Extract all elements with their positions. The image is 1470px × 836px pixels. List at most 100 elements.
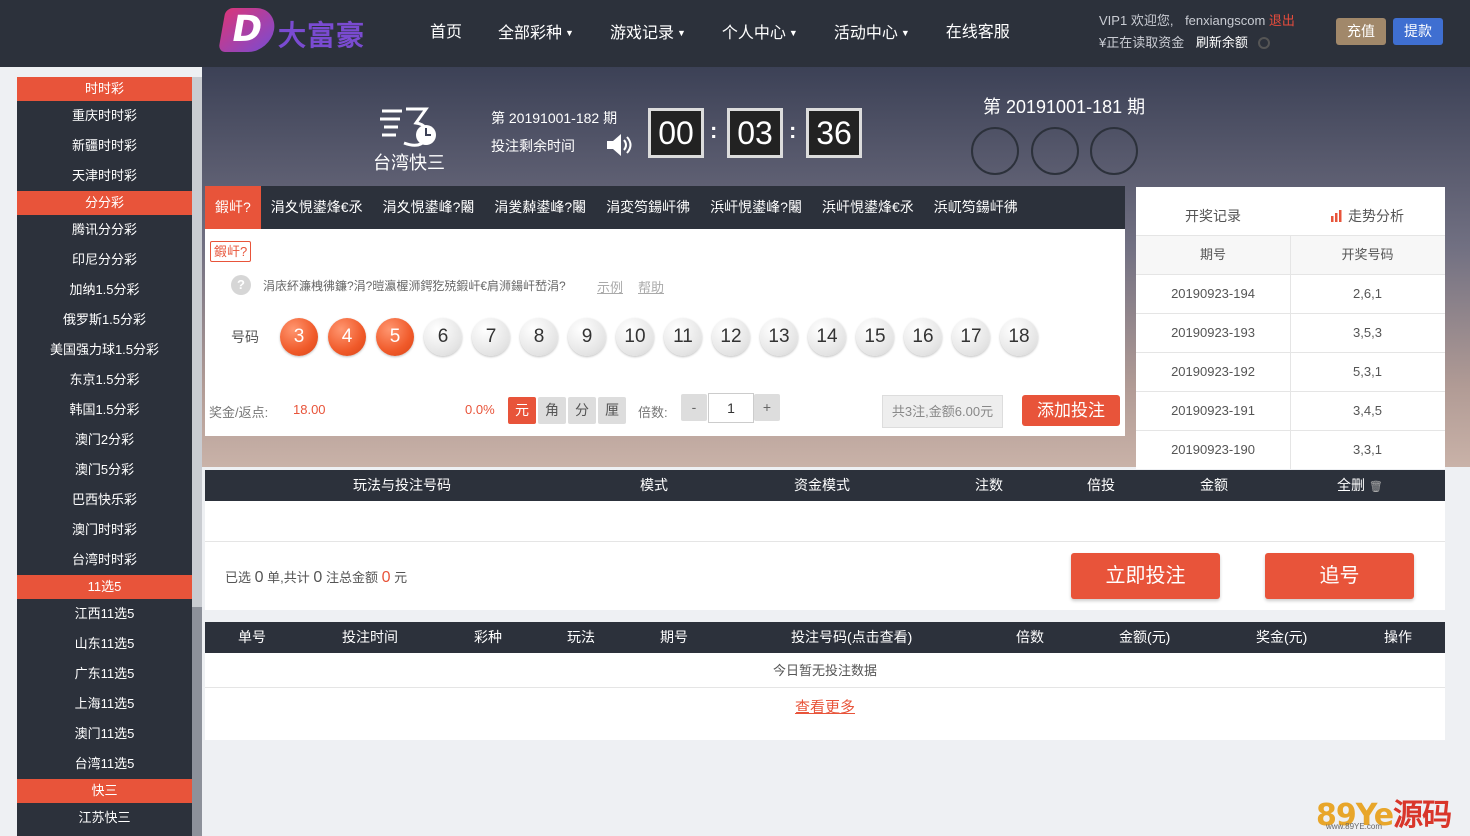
draw-header-row: 期号 开奖号码	[1136, 235, 1445, 274]
draw-row: 20190923-194 2,6,1	[1136, 274, 1445, 313]
top-header: D 大富豪 首页 全部彩种 ▼ 游戏记录 ▼ 个人中心 ▼ 活动中心 ▼ 在线客服 VI…	[0, 0, 1470, 67]
trash-icon: 🗑	[1368, 481, 1383, 493]
sidebar-item[interactable]: 江西11选5	[17, 599, 192, 629]
sidebar-item[interactable]: 上海11选5	[17, 689, 192, 719]
play-tab[interactable]: 浜屽悓鍙烽€氶	[812, 186, 924, 229]
nav-home[interactable]: 首页	[412, 0, 480, 67]
nav-all-lotteries[interactable]: 全部彩种 ▼	[480, 0, 592, 67]
bonus-value: 18.00	[293, 402, 326, 417]
sidebar-item[interactable]: 澳门2分彩	[17, 425, 192, 455]
sidebar-section-k3: 快三	[17, 779, 192, 803]
play-tab[interactable]: 涓変笉鍚屽彿	[596, 186, 700, 229]
play-tab[interactable]: 浜屼笉鍚屽彿	[924, 186, 1028, 229]
play-tab[interactable]: 鍜屽?	[205, 186, 261, 229]
number-ball[interactable]: 8	[520, 318, 558, 356]
multiple-label: 倍数:	[638, 405, 668, 420]
bet-now-button[interactable]: 立即投注	[1071, 553, 1220, 599]
sidebar-item[interactable]: 澳门时时彩	[17, 515, 192, 545]
number-ball[interactable]: 17	[952, 318, 990, 356]
nav-activity-center[interactable]: 活动中心 ▼	[816, 0, 928, 67]
number-ball[interactable]: 15	[856, 318, 894, 356]
help-link[interactable]: 帮助	[638, 277, 664, 296]
sidebar-item[interactable]: 广东11选5	[17, 659, 192, 689]
number-ball[interactable]: 9	[568, 318, 606, 356]
number-ball[interactable]: 5	[376, 318, 414, 356]
user-info: VIP1 欢迎您, fenxiangscom 退出 ¥正在读取资金 刷新余额	[1099, 10, 1295, 54]
nav-online-service[interactable]: 在线客服	[928, 0, 1028, 67]
sidebar-item[interactable]: 江苏快三	[17, 803, 192, 833]
sidebar-item[interactable]: 韩国1.5分彩	[17, 395, 192, 425]
sub-play-tab[interactable]: 鍜屽?	[210, 241, 252, 262]
number-ball[interactable]: 4	[328, 318, 366, 356]
tab-draw-records[interactable]: 开奖记录	[1136, 187, 1290, 235]
caret-down-icon: ▼	[788, 28, 798, 38]
bonus-label: 奖金/返点:	[209, 405, 269, 420]
sidebar-item[interactable]: 台湾时时彩	[17, 545, 192, 575]
play-tab[interactable]: 浜屽悓鍙峰?闂	[700, 186, 812, 229]
brand-logo[interactable]: D 大富豪	[218, 8, 384, 54]
last-draw-ball	[971, 127, 1019, 175]
number-ball[interactable]: 13	[760, 318, 798, 356]
sidebar-item[interactable]: 加纳1.5分彩	[17, 275, 192, 305]
number-ball[interactable]: 14	[808, 318, 846, 356]
sidebar-item[interactable]: 印尼分分彩	[17, 245, 192, 275]
multiple-decrease-button[interactable]: -	[681, 394, 707, 421]
refresh-balance-link[interactable]: 刷新余额	[1196, 35, 1248, 50]
tab-trend-analysis[interactable]: 走势分析	[1290, 187, 1444, 235]
draw-row: 20190923-190 3,3,1	[1136, 430, 1445, 469]
sidebar-item[interactable]: 东京1.5分彩	[17, 365, 192, 395]
add-bet-button[interactable]: 添加投注	[1022, 395, 1120, 426]
sidebar-item[interactable]: 俄罗斯1.5分彩	[17, 305, 192, 335]
nav-game-records[interactable]: 游戏记录 ▼	[592, 0, 704, 67]
sidebar-item[interactable]: 重庆时时彩	[17, 101, 192, 131]
number-ball[interactable]: 10	[616, 318, 654, 356]
number-ball[interactable]: 3	[280, 318, 318, 356]
unit-jiao[interactable]: 角	[538, 397, 566, 424]
sidebar-item[interactable]: 山东11选5	[17, 629, 192, 659]
multiple-input[interactable]: 1	[708, 393, 754, 423]
logo-mark: D	[218, 8, 278, 52]
nav-personal-center[interactable]: 个人中心 ▼	[704, 0, 816, 67]
play-tab[interactable]: 涓夊悓鍙峰?闂	[373, 186, 485, 229]
sidebar-item[interactable]: 台湾11选5	[17, 749, 192, 779]
speaker-icon[interactable]	[604, 131, 632, 159]
current-period: 第 20191001-182 期	[491, 110, 618, 126]
play-tab[interactable]: 涓夎繛鍙峰?闂	[484, 186, 596, 229]
play-hint: 涓庡紑濂栧彿鐮?涓?暟瀛楃浉鍔犵殑鍜屽€肩浉鍚屽嵆涓?	[263, 279, 566, 293]
view-more-link[interactable]: 查看更多	[205, 688, 1445, 728]
number-ball[interactable]: 7	[472, 318, 510, 356]
sidebar-scrollbar-thumb[interactable]	[192, 77, 202, 607]
countdown-colon: :	[789, 118, 797, 143]
main-nav: 首页 全部彩种 ▼ 游戏记录 ▼ 个人中心 ▼ 活动中心 ▼ 在线客服	[412, 0, 1028, 67]
chase-number-button[interactable]: 追号	[1265, 553, 1414, 599]
draw-row: 20190923-191 3,4,5	[1136, 391, 1445, 430]
play-tab[interactable]: 涓夊悓鍙烽€氶	[261, 186, 373, 229]
number-ball[interactable]: 18	[1000, 318, 1038, 356]
unit-yuan[interactable]: 元	[508, 397, 536, 424]
number-ball[interactable]: 11	[664, 318, 702, 356]
sidebar-item[interactable]: 美国强力球1.5分彩	[17, 335, 192, 365]
number-ball[interactable]: 16	[904, 318, 942, 356]
countdown-colon: :	[710, 118, 718, 143]
sidebar-item[interactable]: 腾讯分分彩	[17, 215, 192, 245]
withdraw-button[interactable]: 提款	[1393, 18, 1443, 45]
sidebar-item[interactable]: 澳门11选5	[17, 719, 192, 749]
caret-down-icon: ▼	[676, 28, 686, 38]
number-ball[interactable]: 12	[712, 318, 750, 356]
number-ball[interactable]: 6	[424, 318, 462, 356]
multiple-increase-button[interactable]: +	[754, 394, 780, 421]
sidebar-item[interactable]: 澳门5分彩	[17, 455, 192, 485]
vip-level: VIP1	[1099, 13, 1128, 28]
example-link[interactable]: 示例	[597, 277, 623, 296]
recharge-button[interactable]: 充值	[1336, 18, 1386, 45]
delete-all-button[interactable]: 全删 🗑	[1337, 470, 1383, 503]
orders-table: 单号 投注时间 彩种 玩法 期号 投注号码(点击查看) 倍数 金额(元) 奖金(…	[205, 622, 1445, 740]
sidebar-item[interactable]: 巴西快乐彩	[17, 485, 192, 515]
sidebar-item[interactable]: 新疆时时彩	[17, 131, 192, 161]
countdown-hours: 00	[648, 108, 704, 158]
unit-li[interactable]: 厘	[598, 397, 626, 424]
unit-fen[interactable]: 分	[568, 397, 596, 424]
play-tabs: 鍜屽? 涓夊悓鍙烽€氶 涓夊悓鍙峰?闂 涓夎繛鍙峰?闂 涓変笉鍚屽彿 浜屽悓鍙峰…	[205, 186, 1125, 229]
sidebar-item[interactable]: 天津时时彩	[17, 161, 192, 191]
logout-link[interactable]: 退出	[1269, 13, 1295, 28]
